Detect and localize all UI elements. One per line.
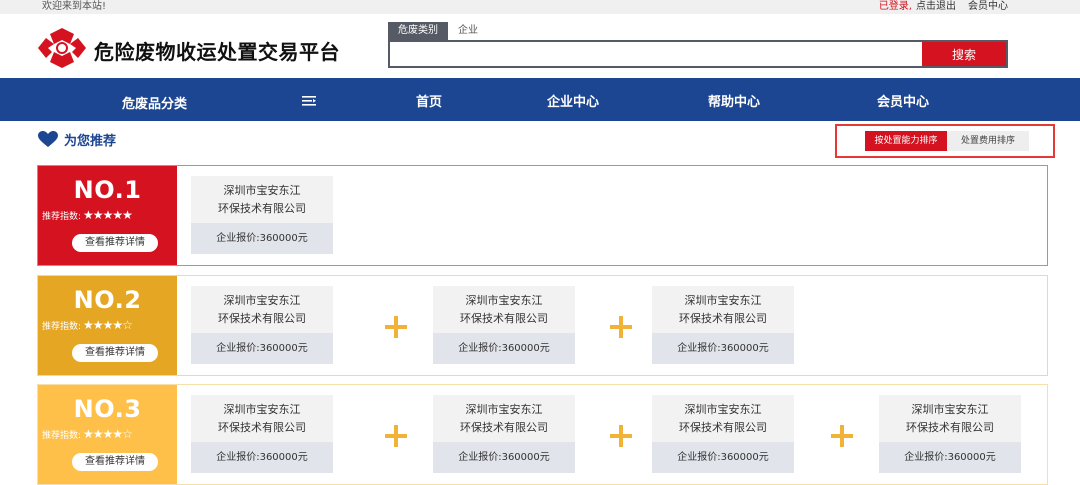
company-card[interactable]: 深圳市宝安东江 环保技术有限公司 企业报价:360000元	[652, 286, 794, 364]
nav-item-home[interactable]: 首页	[416, 91, 442, 110]
rank-label: NO.3	[73, 395, 142, 423]
category-label: 危废品分类	[122, 97, 188, 112]
recommend-index: 推荐指数: ★★★★★	[42, 208, 133, 222]
nav-item-help-center[interactable]: 帮助中心	[708, 91, 760, 110]
logged-in-status: 已登录,	[878, 1, 912, 12]
recommend-heading: 为您推荐	[38, 127, 116, 151]
member-center-link[interactable]: 会员中心	[968, 0, 1008, 14]
star-rating-icon: ★★★★☆	[83, 318, 133, 332]
plus-icon	[385, 425, 407, 447]
star-rating-icon: ★★★★☆	[83, 427, 133, 441]
rank-panel: NO.2 推荐指数: ★★★★☆ 查看推荐详情	[38, 276, 177, 375]
company-card[interactable]: 深圳市宝安东江 环保技术有限公司 企业报价:360000元	[433, 395, 575, 473]
company-card[interactable]: 深圳市宝安东江 环保技术有限公司 企业报价:360000元	[652, 395, 794, 473]
plus-icon	[610, 316, 632, 338]
nav-item-enterprise-center[interactable]: 企业中心	[547, 91, 599, 110]
view-detail-button[interactable]: 查看推荐详情	[72, 234, 158, 252]
company-price: 企业报价:360000元	[191, 223, 333, 254]
search-area: 危废类别 企业 搜索	[388, 22, 1008, 68]
recommend-title: 为您推荐	[64, 133, 117, 149]
category-menu[interactable]: 危废品分类	[0, 78, 342, 121]
company-price: 企业报价:360000元	[879, 442, 1021, 473]
company-price: 企业报价:360000元	[433, 442, 575, 473]
plus-icon	[385, 316, 407, 338]
index-label: 推荐指数:	[42, 430, 82, 441]
search-button[interactable]: 搜索	[922, 42, 1006, 66]
recommend-index: 推荐指数: ★★★★☆	[42, 318, 133, 332]
tab-waste-category[interactable]: 危废类别	[388, 22, 448, 40]
sort-by-cost-button[interactable]: 处置费用排序	[947, 131, 1029, 151]
company-price: 企业报价:360000元	[652, 333, 794, 364]
company-card[interactable]: 深圳市宝安东江 环保技术有限公司 企业报价:360000元	[191, 286, 333, 364]
company-name: 深圳市宝安东江 环保技术有限公司	[460, 403, 548, 434]
plus-icon	[610, 425, 632, 447]
company-name: 深圳市宝安东江 环保技术有限公司	[679, 403, 767, 434]
tab-enterprise[interactable]: 企业	[448, 22, 488, 40]
nav-item-member-center[interactable]: 会员中心	[877, 91, 929, 110]
recommend-index: 推荐指数: ★★★★☆	[42, 427, 133, 441]
recommend-row-1: NO.1 推荐指数: ★★★★★ 查看推荐详情 深圳市宝安东江 环保技术有限公司 …	[37, 165, 1048, 266]
company-name: 深圳市宝安东江 环保技术有限公司	[218, 294, 306, 325]
rank-label: NO.1	[73, 176, 142, 204]
rank-panel: NO.3 推荐指数: ★★★★☆ 查看推荐详情	[38, 385, 177, 484]
recommend-row-2: NO.2 推荐指数: ★★★★☆ 查看推荐详情 深圳市宝安东江 环保技术有限公司 …	[37, 275, 1048, 376]
sort-options: 按处置能力排序 处置费用排序	[835, 124, 1055, 158]
search-tabs: 危废类别 企业	[388, 22, 1008, 40]
view-detail-button[interactable]: 查看推荐详情	[72, 453, 158, 471]
star-rating-icon: ★★★★★	[83, 208, 133, 222]
menu-icon	[302, 96, 316, 106]
index-label: 推荐指数:	[42, 211, 82, 222]
index-label: 推荐指数:	[42, 321, 82, 332]
company-name: 深圳市宝安东江 环保技术有限公司	[218, 184, 306, 215]
welcome-text: 欢迎来到本站!	[42, 1, 107, 12]
rank-panel: NO.1 推荐指数: ★★★★★ 查看推荐详情	[38, 166, 177, 265]
site-title: 危险废物收运处置交易平台	[94, 40, 340, 64]
company-card[interactable]: 深圳市宝安东江 环保技术有限公司 企业报价:360000元	[433, 286, 575, 364]
logo-icon[interactable]	[34, 26, 90, 70]
company-card[interactable]: 深圳市宝安东江 环保技术有限公司 企业报价:360000元	[191, 176, 333, 254]
rank-label: NO.2	[73, 286, 142, 314]
sort-by-capacity-button[interactable]: 按处置能力排序	[865, 131, 947, 151]
company-name: 深圳市宝安东江 环保技术有限公司	[679, 294, 767, 325]
view-detail-button[interactable]: 查看推荐详情	[72, 344, 158, 362]
company-name: 深圳市宝安东江 环保技术有限公司	[906, 403, 994, 434]
top-bar-links: 已登录, 点击退出 会员中心	[879, 0, 1008, 14]
company-card[interactable]: 深圳市宝安东江 环保技术有限公司 企业报价:360000元	[879, 395, 1021, 473]
main-nav: 危废品分类 首页 企业中心 帮助中心 会员中心	[0, 78, 1080, 121]
company-price: 企业报价:360000元	[191, 442, 333, 473]
heart-icon	[38, 130, 58, 147]
top-bar: 欢迎来到本站! 已登录, 点击退出 会员中心	[0, 0, 1080, 14]
plus-icon	[831, 425, 853, 447]
company-name: 深圳市宝安东江 环保技术有限公司	[460, 294, 548, 325]
company-price: 企业报价:360000元	[191, 333, 333, 364]
company-card[interactable]: 深圳市宝安东江 环保技术有限公司 企业报价:360000元	[191, 395, 333, 473]
company-name: 深圳市宝安东江 环保技术有限公司	[218, 403, 306, 434]
recommend-row-3: NO.3 推荐指数: ★★★★☆ 查看推荐详情 深圳市宝安东江 环保技术有限公司 …	[37, 384, 1048, 485]
logout-link[interactable]: 点击退出	[916, 0, 956, 14]
search-input[interactable]	[390, 42, 922, 66]
header: 危险废物收运处置交易平台 危废类别 企业 搜索	[0, 14, 1080, 78]
company-price: 企业报价:360000元	[433, 333, 575, 364]
search-box: 搜索	[388, 40, 1008, 68]
company-price: 企业报价:360000元	[652, 442, 794, 473]
